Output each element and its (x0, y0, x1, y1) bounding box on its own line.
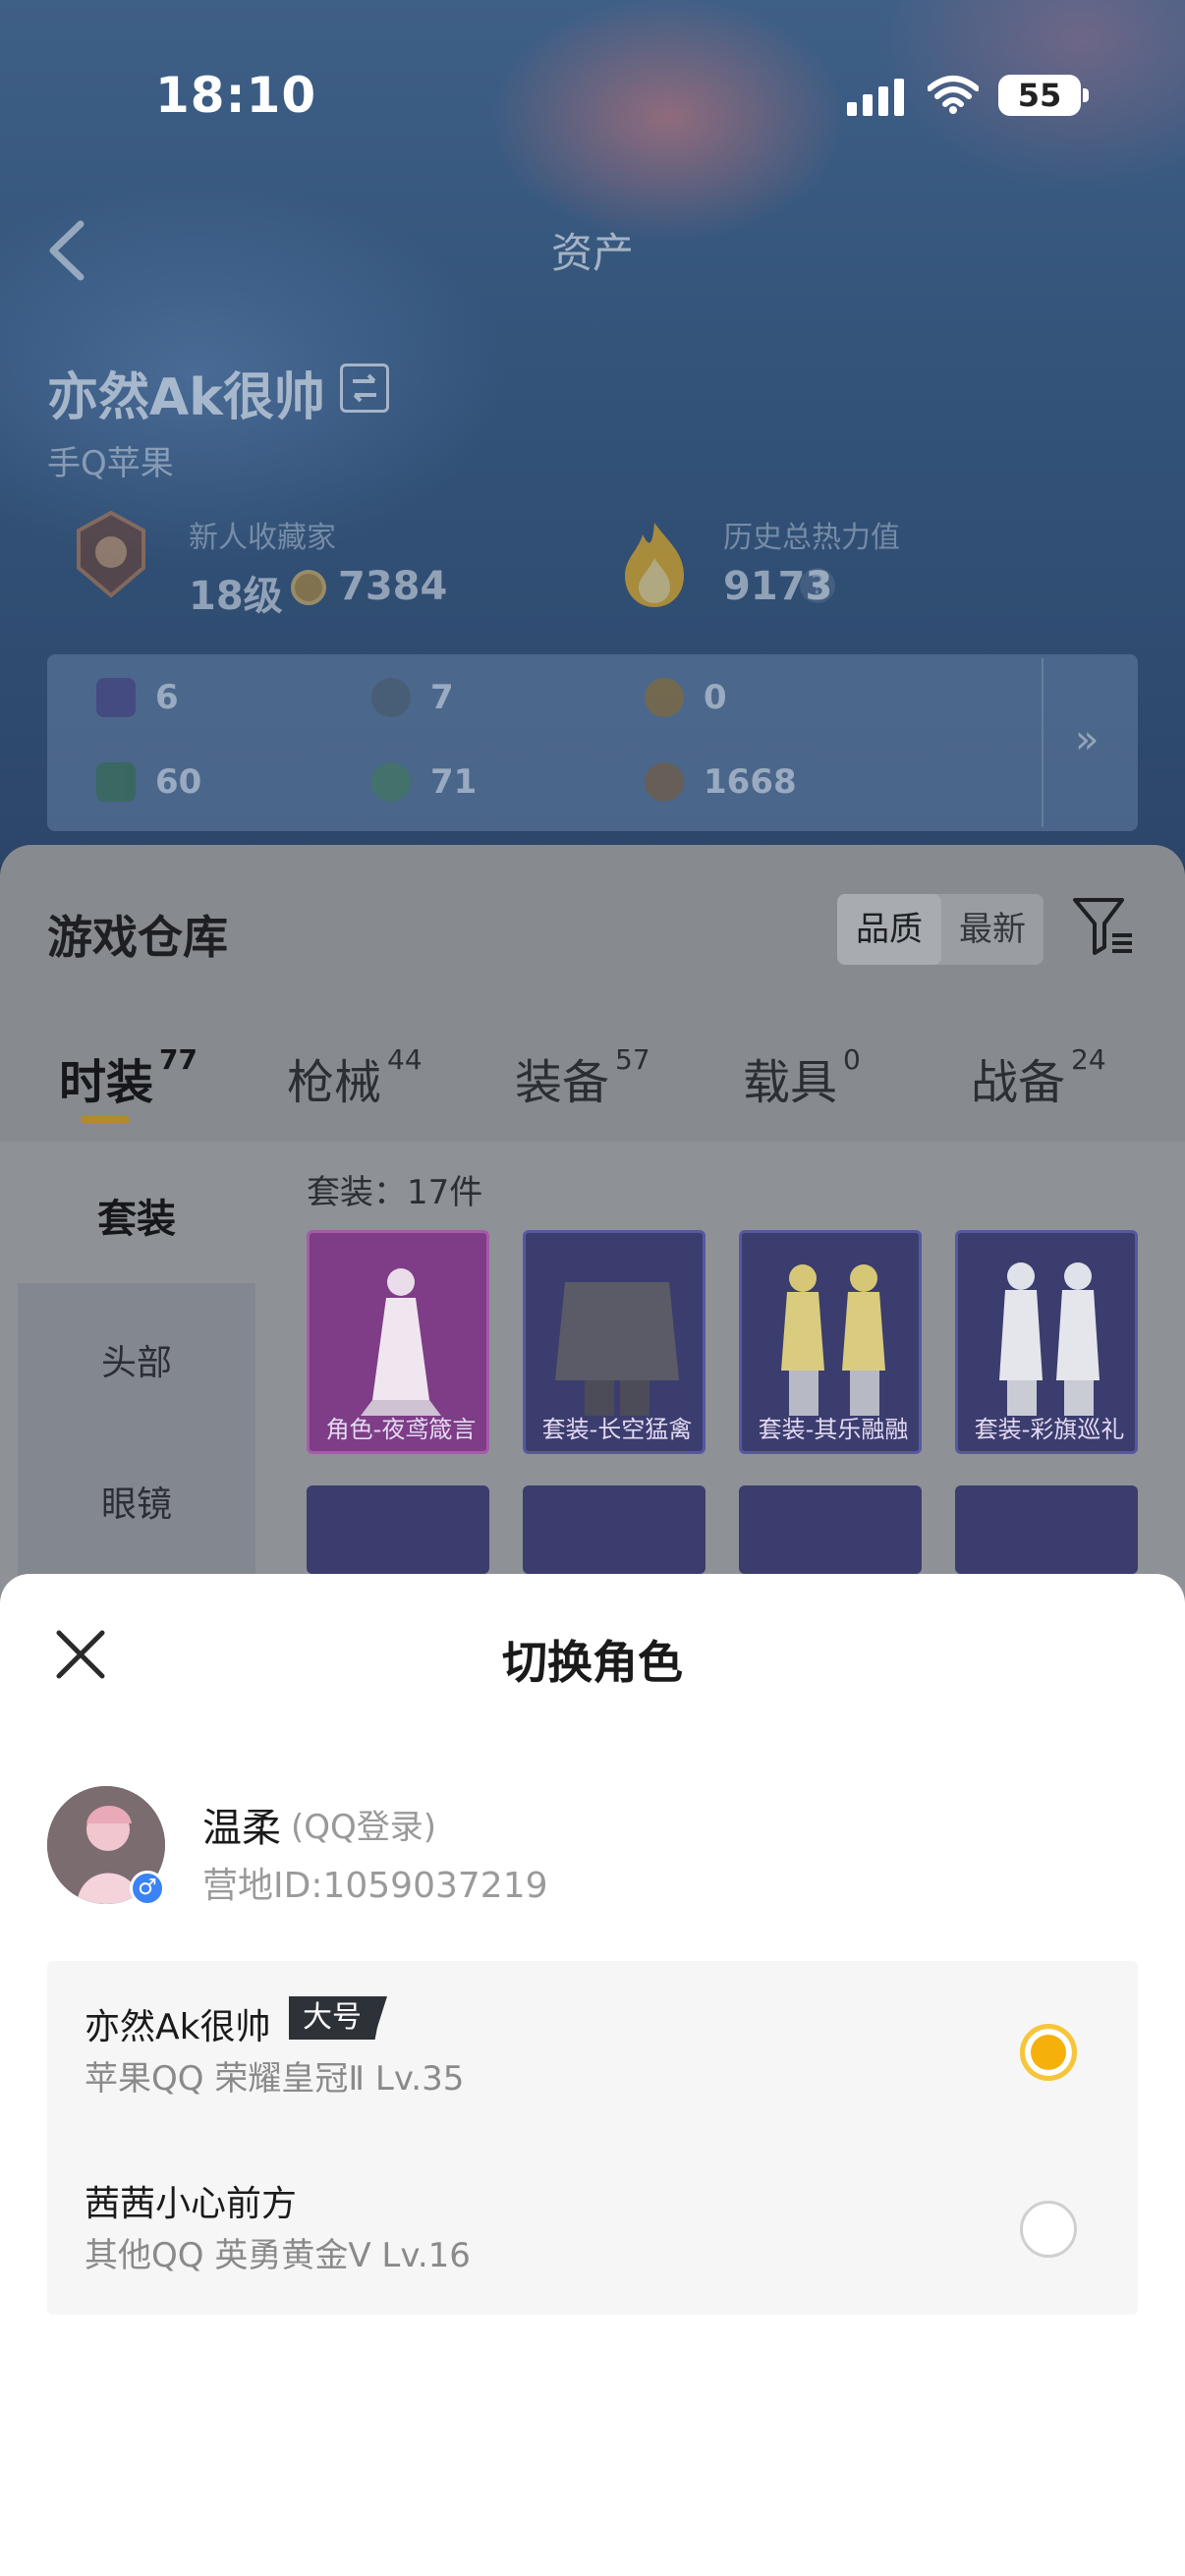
item-caption: 套装-长空猛禽 (541, 1416, 693, 1443)
item-count-label: 套装：17件 (307, 1173, 483, 1212)
card-icon (96, 678, 136, 717)
role-meta: 苹果QQ 荣耀皇冠Ⅱ Lv.35 (85, 2059, 465, 2099)
rank-level: 18级 (189, 574, 283, 619)
wifi-icon (928, 76, 979, 114)
side-item-head[interactable]: 头部 (18, 1334, 255, 1385)
sort-quality-button[interactable]: 品质 (837, 894, 941, 965)
item-card[interactable] (523, 1485, 705, 1574)
battery-tip (1083, 88, 1089, 102)
role-radio-selected[interactable] (1020, 2024, 1077, 2081)
battery-icon: 55 (998, 75, 1081, 116)
role-row[interactable] (47, 1961, 1138, 2138)
rank-title: 新人收藏家 (189, 521, 336, 555)
switch-role-icon[interactable] (340, 364, 389, 413)
asset-divider (1042, 658, 1044, 827)
flame-icon (625, 523, 684, 607)
tab-supplies[interactable]: 战备 24 (971, 1043, 1106, 1112)
coin-icon (291, 570, 326, 605)
tab-vehicles[interactable]: 载具 0 (743, 1043, 861, 1112)
help-icon[interactable]: ? (800, 568, 835, 603)
player-name: 亦然Ak很帅 (47, 368, 325, 427)
asset-item: 7 (371, 678, 454, 717)
gold-badge-icon (645, 678, 684, 717)
side-item-suits[interactable]: 套装 (18, 1187, 255, 1244)
page-title: 资产 (550, 229, 634, 277)
filter-icon[interactable] (1071, 894, 1134, 957)
heat-title: 历史总热力值 (723, 521, 900, 555)
login-type: (QQ登录) (291, 1808, 437, 1847)
green-card-icon (96, 762, 136, 802)
role-radio-unselected[interactable] (1020, 2201, 1077, 2258)
item-card[interactable] (955, 1485, 1138, 1574)
tab-fashion[interactable]: 时装 77 (59, 1043, 198, 1112)
item-caption: 角色-夜鸢箴言 (325, 1416, 477, 1443)
status-time: 18:10 (155, 67, 317, 124)
coin-value: 7384 (338, 564, 448, 609)
asset-panel (47, 654, 1138, 831)
role-meta: 其他QQ 英勇黄金Ⅴ Lv.16 (85, 2236, 471, 2275)
item-card[interactable]: 套装-彩旗巡礼 (955, 1230, 1138, 1454)
asset-item: 60 (96, 762, 201, 802)
user-name: 温柔 (202, 1806, 281, 1851)
green-orb-icon (371, 762, 411, 802)
role-name: 茜茜小心前方 (85, 2184, 298, 2224)
cellular-signal-icon (847, 77, 906, 116)
bronze-coin-icon (645, 762, 684, 802)
gender-icon: ♂ (130, 1871, 165, 1906)
item-card[interactable] (307, 1485, 489, 1574)
user-id: 营地ID:1059037219 (202, 1866, 548, 1906)
item-card[interactable]: 角色-夜鸢箴言 (307, 1230, 489, 1454)
item-caption: 套装-其乐融融 (758, 1416, 909, 1443)
player-platform: 手Q苹果 (47, 444, 174, 483)
asset-item: 71 (371, 762, 477, 802)
tab-equipment[interactable]: 装备 57 (515, 1043, 650, 1112)
asset-item: 1668 (645, 762, 797, 802)
sort-newest-button[interactable]: 最新 (941, 894, 1044, 965)
item-card[interactable] (739, 1485, 922, 1574)
role-row[interactable] (47, 2138, 1138, 2315)
role-name: 亦然Ak很帅 (85, 2007, 271, 2047)
warehouse-title: 游戏仓库 (47, 911, 228, 964)
tab-guns[interactable]: 枪械 44 (287, 1043, 423, 1112)
badge-icon (371, 678, 411, 717)
item-caption: 套装-彩旗巡礼 (974, 1416, 1125, 1443)
active-tab-indicator (81, 1116, 130, 1124)
item-card[interactable]: 套装-其乐融融 (739, 1230, 922, 1454)
asset-item: 6 (96, 678, 179, 717)
asset-more-button[interactable]: » (1075, 717, 1099, 762)
sheet-title: 切换角色 (502, 1636, 683, 1689)
collector-medal-icon (77, 510, 145, 598)
asset-item: 0 (645, 678, 727, 717)
item-card[interactable]: 套装-长空猛禽 (523, 1230, 705, 1454)
side-item-glasses[interactable]: 眼镜 (18, 1476, 255, 1527)
side-list-background (18, 1283, 255, 1597)
